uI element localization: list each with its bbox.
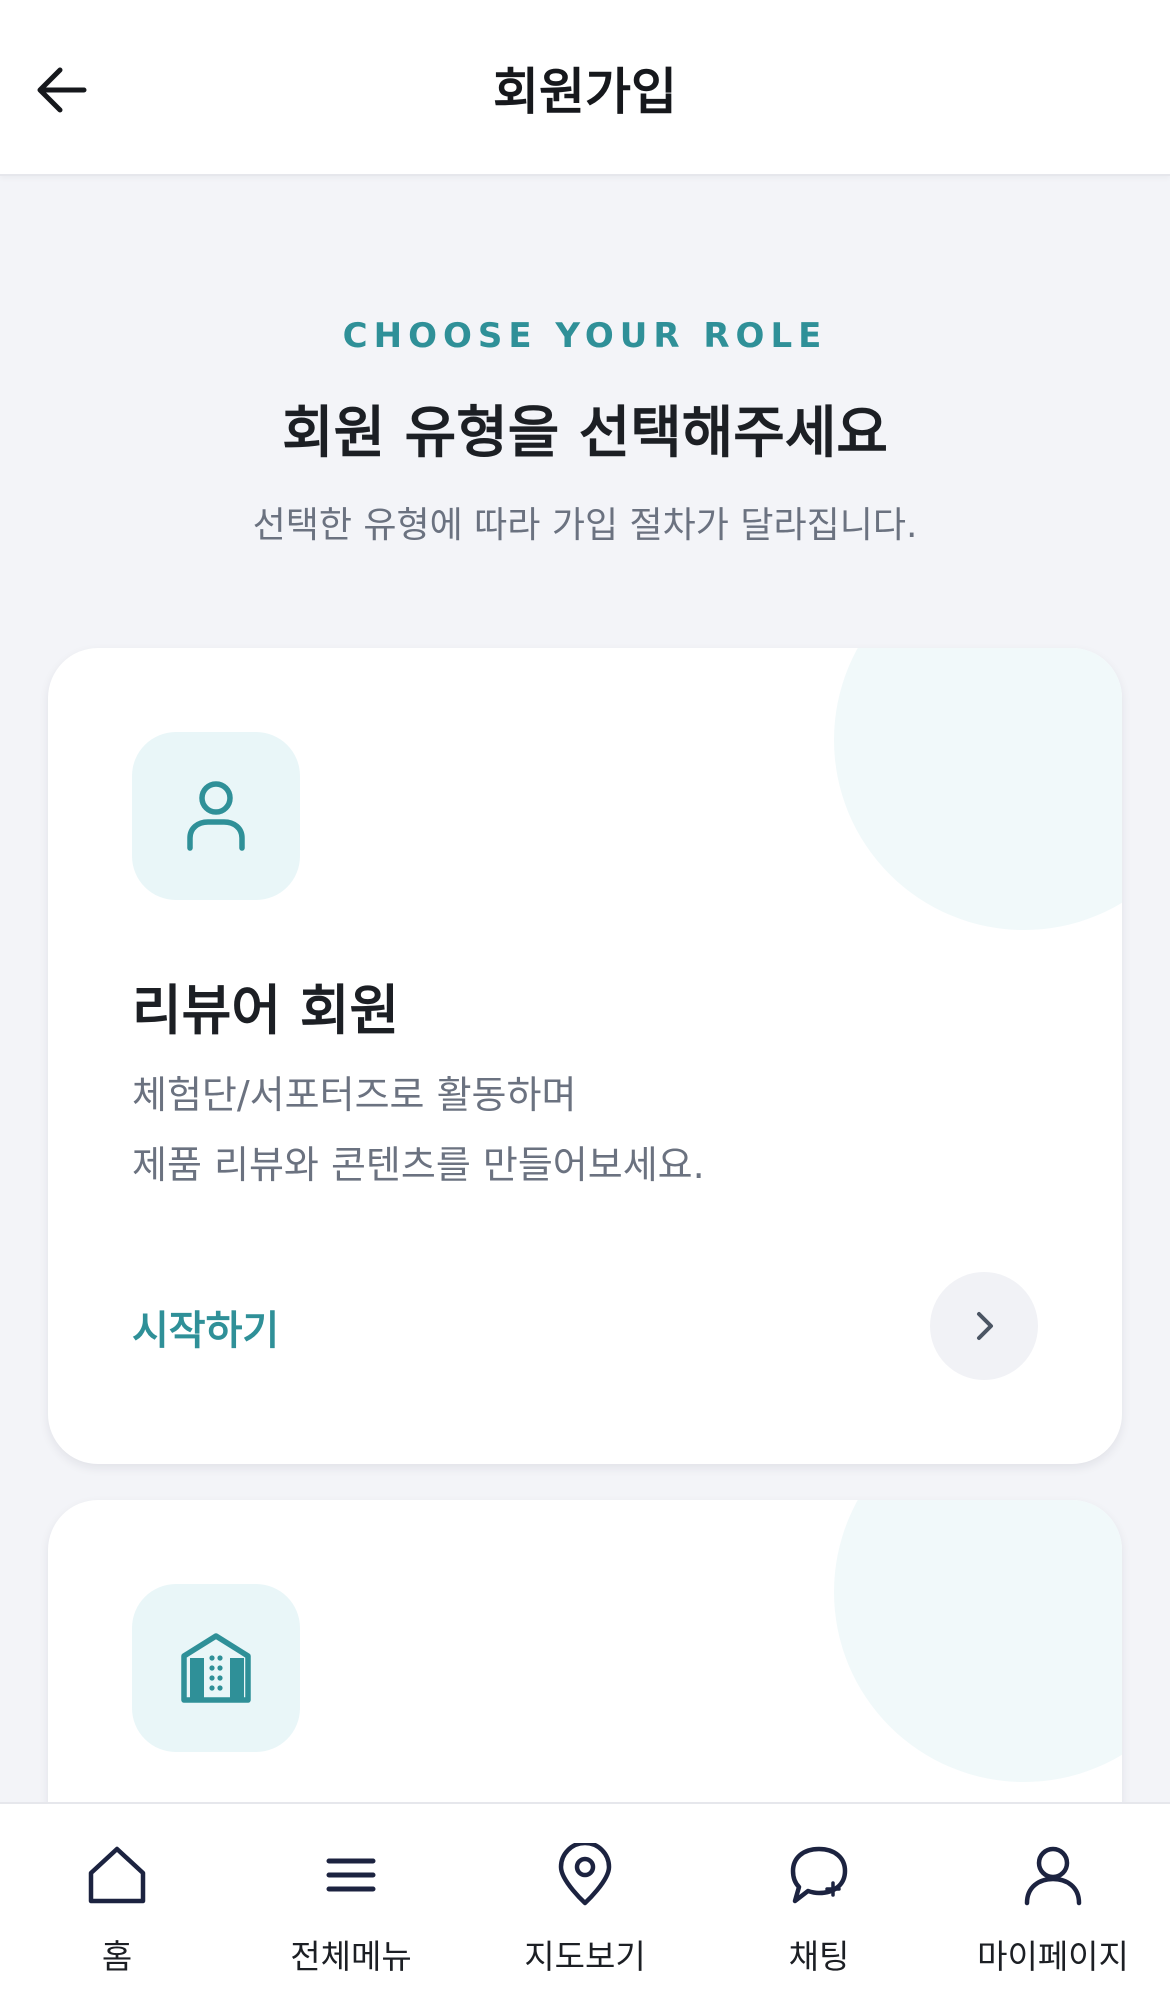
nav-item-home[interactable]: 홈 [0,1804,234,1992]
reviewer-member-card[interactable]: 리뷰어 회원 체험단/서포터즈로 활동하며 제품 리뷰와 콘텐츠를 만들어보세요… [48,648,1122,1464]
chevron-right-icon [977,1312,993,1340]
person-icon [1024,1846,1082,1906]
home-icon [88,1846,146,1904]
card-description: 체험단/서포터즈로 활동하며 제품 리뷰와 콘텐츠를 만들어보세요. [132,1060,705,1200]
section-subtitle: 선택한 유형에 따라 가입 절차가 달라집니다. [252,505,918,546]
card-description-line: 제품 리뷰와 콘텐츠를 만들어보세요. [132,1143,705,1187]
nav-label: 채팅 [788,1937,850,1976]
card-icon-box [132,732,300,900]
nav-item-my-page[interactable]: 마이페이지 [936,1804,1170,1992]
menu-icon [326,1858,376,1892]
user-icon [187,781,245,851]
building-icon [181,1633,251,1703]
next-button[interactable] [930,1272,1038,1380]
card-decoration [834,1500,1122,1782]
app-header: 회원가입 [0,0,1170,176]
card-decoration [834,648,1122,930]
start-link[interactable]: 시작하기 [132,1298,279,1356]
nav-item-map[interactable]: 지도보기 [468,1804,702,1992]
section-title: 회원 유형을 선택해주세요 [282,401,888,466]
nav-item-all-menu[interactable]: 전체메뉴 [234,1804,468,1992]
eyebrow-text: CHOOSE YOUR ROLE [342,316,828,356]
nav-label: 지도보기 [524,1937,646,1976]
page-title: 회원가입 [493,63,677,121]
card-icon-box [132,1584,300,1752]
card-title: 리뷰어 회원 [132,979,400,1042]
bottom-nav: 홈 전체메뉴 지도보기 채팅 마이페이지 [0,1802,1170,1992]
chat-icon [790,1846,848,1904]
card-description-line: 체험단/서포터즈로 활동하며 [132,1073,577,1117]
nav-item-chat[interactable]: 채팅 [702,1804,936,1992]
nav-label: 홈 [101,1937,133,1976]
nav-label: 마이페이지 [977,1937,1129,1976]
nav-label: 전체메뉴 [290,1937,412,1976]
map-pin-icon [558,1843,612,1906]
